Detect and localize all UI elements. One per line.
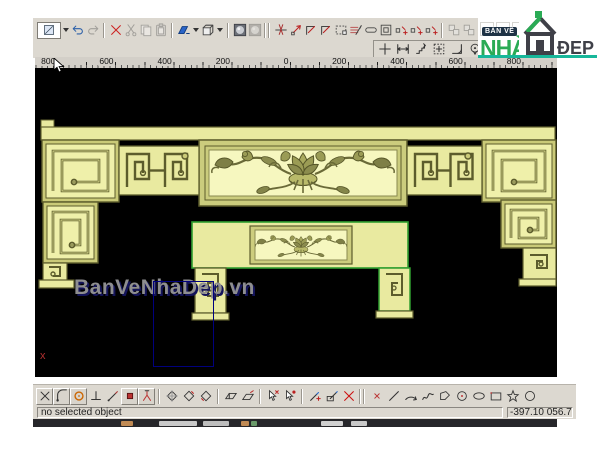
view-3d-dropdown[interactable] xyxy=(215,22,224,39)
toolbar-separator xyxy=(100,22,108,39)
toolbar-separator xyxy=(357,388,368,405)
delete-button[interactable] xyxy=(108,22,123,39)
view-top-button[interactable] xyxy=(180,388,197,405)
toolbar-separator xyxy=(214,388,222,405)
offset-tool-button[interactable] xyxy=(378,22,393,39)
taskbar-item xyxy=(159,420,197,426)
taskbar-item xyxy=(203,420,229,426)
draw-toolbar xyxy=(33,384,576,407)
node-edit-button[interactable] xyxy=(288,22,303,39)
snap-perpendicular-button[interactable] xyxy=(87,388,104,405)
arc-tool-button[interactable] xyxy=(402,388,419,405)
rectangle-tool-button[interactable] xyxy=(487,388,504,405)
combobox-arrow[interactable] xyxy=(61,22,70,39)
ellipse-tool-button[interactable] xyxy=(470,388,487,405)
node-insert-button[interactable] xyxy=(408,22,423,39)
ruler-label: 600 xyxy=(447,56,464,66)
taskbar-item xyxy=(321,420,343,426)
snap-intersection-button[interactable] xyxy=(36,387,53,405)
trim-tool-button[interactable] xyxy=(273,22,288,39)
work-plane-edit-button[interactable] xyxy=(239,388,256,405)
node-delete-button[interactable] xyxy=(423,22,438,39)
render-flat-button[interactable] xyxy=(247,22,262,39)
toolbar-separator xyxy=(168,22,176,39)
snap-center-button[interactable] xyxy=(70,387,87,405)
snap-nearest-button[interactable] xyxy=(104,388,121,405)
zoom-window-button[interactable] xyxy=(430,41,448,58)
slot-tool-button[interactable] xyxy=(363,22,378,39)
logo-underline xyxy=(478,55,597,58)
node-add-button[interactable] xyxy=(393,22,408,39)
drawing-canvas[interactable] xyxy=(35,68,557,377)
view-iso-button[interactable] xyxy=(163,388,180,405)
star-tool-button[interactable] xyxy=(504,388,521,405)
ungroup-button[interactable] xyxy=(461,22,476,39)
toolbar-separator xyxy=(155,388,163,405)
measure-button[interactable] xyxy=(394,41,412,58)
toolbar-separator xyxy=(262,22,273,39)
chamfer-tool-button[interactable] xyxy=(318,22,333,39)
undo-button[interactable] xyxy=(70,22,85,39)
snap-node-button[interactable] xyxy=(138,387,155,405)
delete-selected-button[interactable] xyxy=(340,388,357,405)
artwork-carved-table xyxy=(35,68,557,377)
zoom-scale-button[interactable] xyxy=(448,41,466,58)
polyline-tool-button[interactable] xyxy=(419,388,436,405)
fill-tool-dropdown[interactable] xyxy=(191,22,200,39)
ruler-label: 400 xyxy=(156,56,173,66)
erase-tool-button[interactable] xyxy=(281,388,298,405)
ruler-label: 400 xyxy=(389,56,406,66)
toolbar-separator xyxy=(298,388,306,405)
render-shaded-button[interactable] xyxy=(232,22,247,39)
ruler-label: 200 xyxy=(214,56,231,66)
taskbar-strip xyxy=(33,419,557,427)
corner-tool-button[interactable] xyxy=(303,22,318,39)
circle-tool-button[interactable] xyxy=(521,388,538,405)
circle-center-tool-button[interactable] xyxy=(453,388,470,405)
taskbar-item xyxy=(251,420,257,426)
taskbar-item xyxy=(241,420,249,426)
snap-grid-button[interactable] xyxy=(121,387,138,405)
group-button[interactable] xyxy=(446,22,461,39)
origin-marker: x xyxy=(40,350,46,362)
status-message: no selected object xyxy=(37,407,503,418)
cut-button[interactable] xyxy=(123,22,138,39)
mouse-cursor xyxy=(53,58,65,73)
hatch-tool-button[interactable] xyxy=(348,22,363,39)
cursor-coordinates: -397.10 056.7 xyxy=(507,407,573,418)
edit-node-pen-button[interactable] xyxy=(306,388,323,405)
polygon-tool-button[interactable] xyxy=(436,388,453,405)
status-bar: no selected object -397.10 056.7 xyxy=(33,407,576,419)
redo-button[interactable] xyxy=(85,22,100,39)
taskbar-item xyxy=(351,420,367,426)
main-toolbar xyxy=(37,21,478,39)
view-front-button[interactable] xyxy=(197,388,214,405)
work-plane-button[interactable] xyxy=(222,388,239,405)
fill-tool-button[interactable] xyxy=(176,22,191,39)
ruler-label: 600 xyxy=(98,56,115,66)
application-window: BẢN VẼ NHÀ ĐẸP 800 600 400 200 0 200 400 600 800 xyxy=(0,0,600,450)
zoom-previous-button[interactable] xyxy=(412,41,430,58)
paste-button[interactable] xyxy=(153,22,168,39)
taskbar-item xyxy=(121,420,133,426)
line-tool-button[interactable] xyxy=(385,388,402,405)
pan-center-button[interactable] xyxy=(376,41,394,58)
toolbar-separator xyxy=(224,22,232,39)
edit-curve-pen-button[interactable] xyxy=(323,388,340,405)
toolbar-separator xyxy=(438,22,446,39)
brand-logo: BẢN VẼ NHÀ ĐẸP xyxy=(478,2,597,61)
snap-tangent-button[interactable] xyxy=(53,387,70,405)
selection-rectangle xyxy=(153,281,214,367)
toolbar-separator xyxy=(256,388,264,405)
view-3d-button[interactable] xyxy=(200,22,215,39)
bounding-box-button[interactable] xyxy=(333,22,348,39)
view-preset-combobox[interactable] xyxy=(37,21,61,39)
house-icon xyxy=(519,10,561,56)
select-tool-button[interactable] xyxy=(264,388,281,405)
copy-button[interactable] xyxy=(138,22,153,39)
ruler-label: 200 xyxy=(331,56,348,66)
ruler-label: 0 xyxy=(282,56,290,66)
point-tool-button[interactable] xyxy=(368,388,385,405)
